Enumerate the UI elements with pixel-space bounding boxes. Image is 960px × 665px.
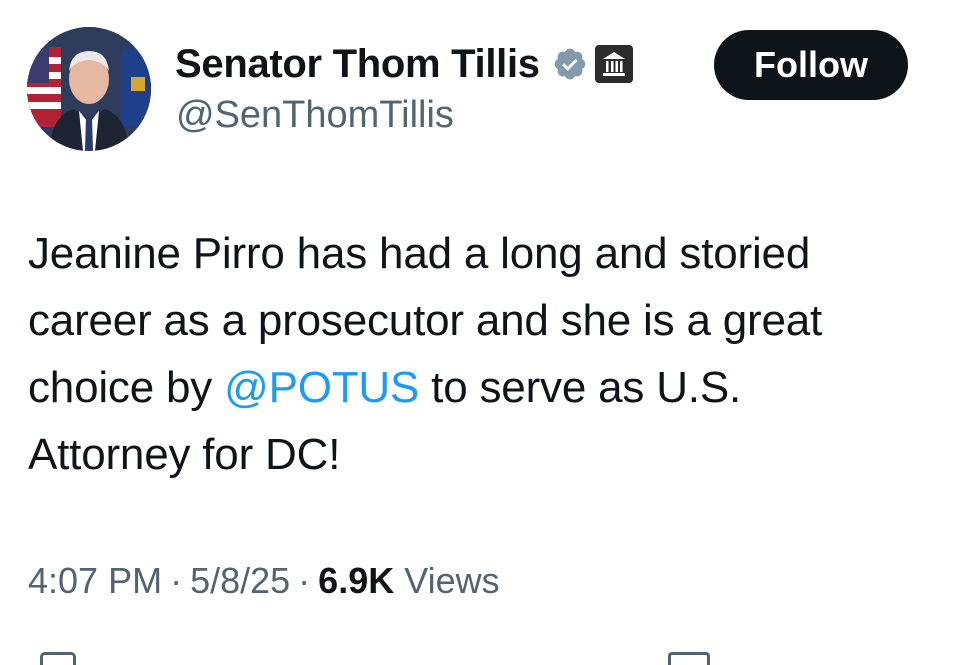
tweet-line: choice by @POTUS to serve as U.S. <box>28 354 928 421</box>
avatar-photo <box>27 27 151 151</box>
tweet-text: Jeanine Pirro has had a long and storied… <box>28 220 928 488</box>
name-row: Senator Thom Tillis <box>175 38 634 90</box>
government-building-icon[interactable] <box>594 44 634 84</box>
avatar[interactable] <box>27 27 151 151</box>
tweet-line: Attorney for DC! <box>28 430 341 479</box>
views-count: 6.9K <box>318 560 395 601</box>
tweet-meta: 4:07 PM · 5/8/25 · 6.9K Views <box>28 560 500 602</box>
follow-button[interactable]: Follow <box>714 30 908 100</box>
tweet-line: career as a prosecutor and she is a grea… <box>28 296 823 345</box>
user-handle[interactable]: @SenThomTillis <box>176 94 454 137</box>
tweet-line: Jeanine Pirro has had a long and storied <box>28 229 811 278</box>
tweet-text-segment: choice by <box>28 363 225 412</box>
mention-link[interactable]: @POTUS <box>224 363 419 412</box>
tweet-text-segment: to serve as U.S. <box>419 363 741 412</box>
display-name[interactable]: Senator Thom Tillis <box>175 42 540 87</box>
tweet-time[interactable]: 4:07 PM <box>28 560 162 601</box>
meta-separator: · <box>170 560 183 601</box>
verified-badge-icon[interactable] <box>552 46 588 82</box>
meta-separator: · <box>298 560 311 601</box>
views-label: Views <box>404 560 500 601</box>
tweet-date[interactable]: 5/8/25 <box>190 560 290 601</box>
